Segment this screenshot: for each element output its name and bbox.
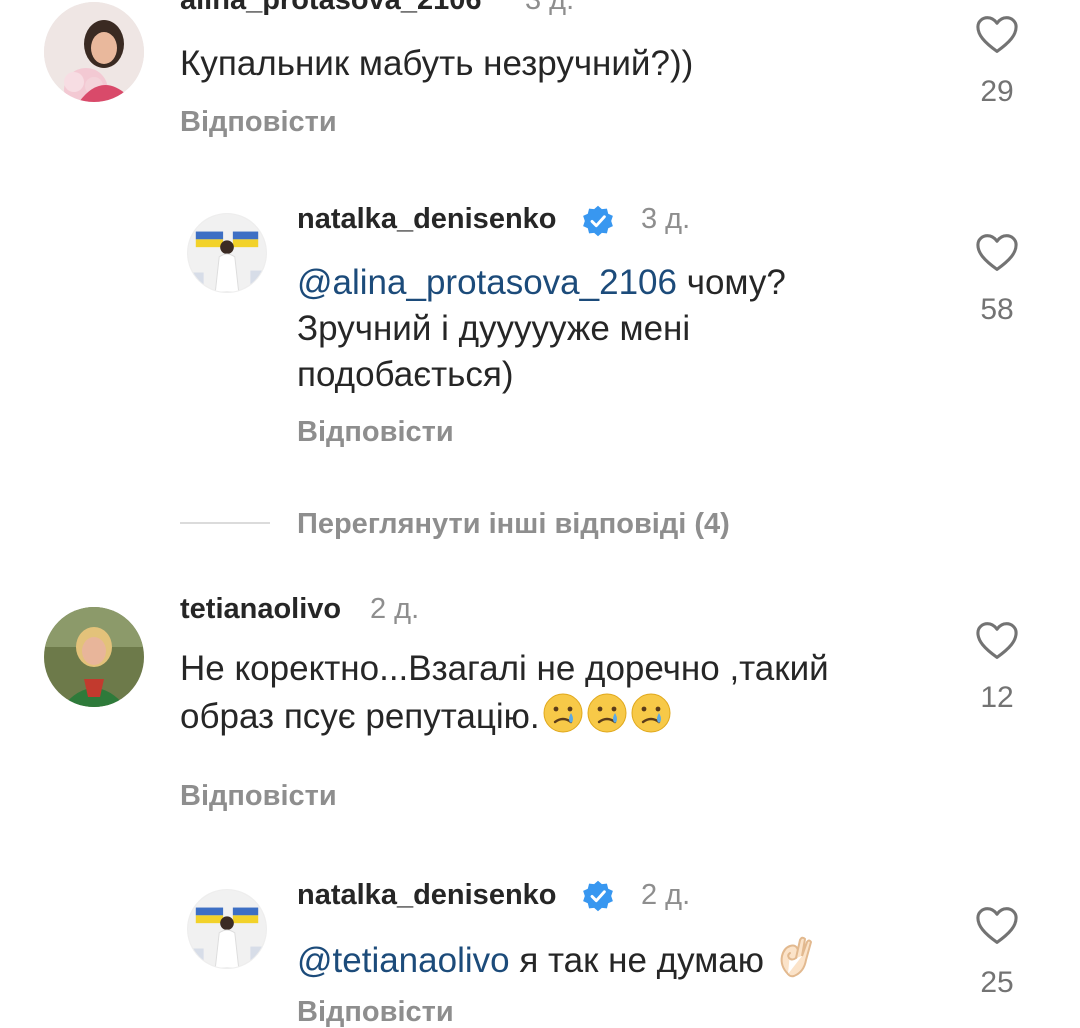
verified-badge-icon	[583, 880, 613, 912]
reply-button[interactable]: Відповісти	[180, 780, 337, 813]
like-count: 58	[980, 293, 1014, 326]
ok-hand-emoji	[776, 934, 816, 990]
comment-time: 3 д.	[525, 0, 575, 16]
comment-text-line: образ псує репутацію.	[180, 697, 540, 736]
comment-text-line: я так не думаю	[509, 941, 774, 980]
comments-screen: alina_protasova_2106 3 д. Купальник мабу…	[0, 0, 1080, 1028]
comment-text: Купальник мабуть незручний?))	[180, 44, 694, 83]
verified-badge-icon	[583, 205, 613, 237]
like-button[interactable]: 25	[969, 906, 1025, 1000]
comment-text-line: Зручний і дуууууже мені	[297, 309, 691, 348]
comment-text: Не коректно...Взагалі не доречно ,такий …	[180, 646, 829, 746]
comment-text-line: Не коректно...Взагалі не доречно ,такий	[180, 649, 829, 688]
heart-outline-icon	[976, 16, 1018, 53]
comment-username[interactable]: alina_protasova_2106	[180, 0, 481, 17]
comment-time: 2 д.	[641, 879, 691, 911]
heart-outline-icon	[976, 234, 1018, 271]
comment-text: @tetianaolivo я так не думаю	[297, 934, 816, 990]
avatar[interactable]	[187, 213, 267, 293]
crying-face-emoji	[542, 692, 584, 746]
reply-button[interactable]: Відповісти	[180, 106, 337, 139]
divider-line	[180, 522, 270, 524]
like-count: 29	[980, 75, 1014, 108]
like-button[interactable]: 12	[969, 621, 1025, 715]
avatar[interactable]	[44, 2, 144, 102]
crying-face-emoji	[630, 692, 672, 746]
heart-outline-icon	[976, 622, 1018, 659]
avatar[interactable]	[44, 607, 144, 707]
mention-link[interactable]: @tetianaolivo	[297, 941, 510, 980]
like-count: 12	[980, 681, 1014, 714]
reply-button[interactable]: Відповісти	[297, 996, 454, 1028]
comment-username[interactable]: natalka_denisenko	[297, 203, 557, 236]
comment-time: 2 д.	[370, 593, 420, 625]
like-count: 25	[980, 966, 1014, 999]
comment-text-line: чому?	[676, 263, 786, 302]
like-button[interactable]: 29	[969, 15, 1025, 109]
like-button[interactable]: 58	[969, 233, 1025, 327]
crying-face-emoji	[586, 692, 628, 746]
comment-text: @alina_protasova_2106 чому? Зручний і ду…	[297, 260, 786, 398]
heart-outline-icon	[976, 907, 1018, 944]
comment-username[interactable]: natalka_denisenko	[297, 879, 557, 912]
comment-text-line: подобається)	[297, 355, 514, 394]
mention-link[interactable]: @alina_protasova_2106	[297, 263, 677, 302]
reply-button[interactable]: Відповісти	[297, 416, 454, 449]
comment-username[interactable]: tetianaolivo	[180, 593, 341, 626]
comment-time: 3 д.	[641, 203, 691, 235]
avatar[interactable]	[187, 889, 267, 969]
view-more-replies-button[interactable]: Переглянути інші відповіді (4)	[297, 508, 730, 541]
